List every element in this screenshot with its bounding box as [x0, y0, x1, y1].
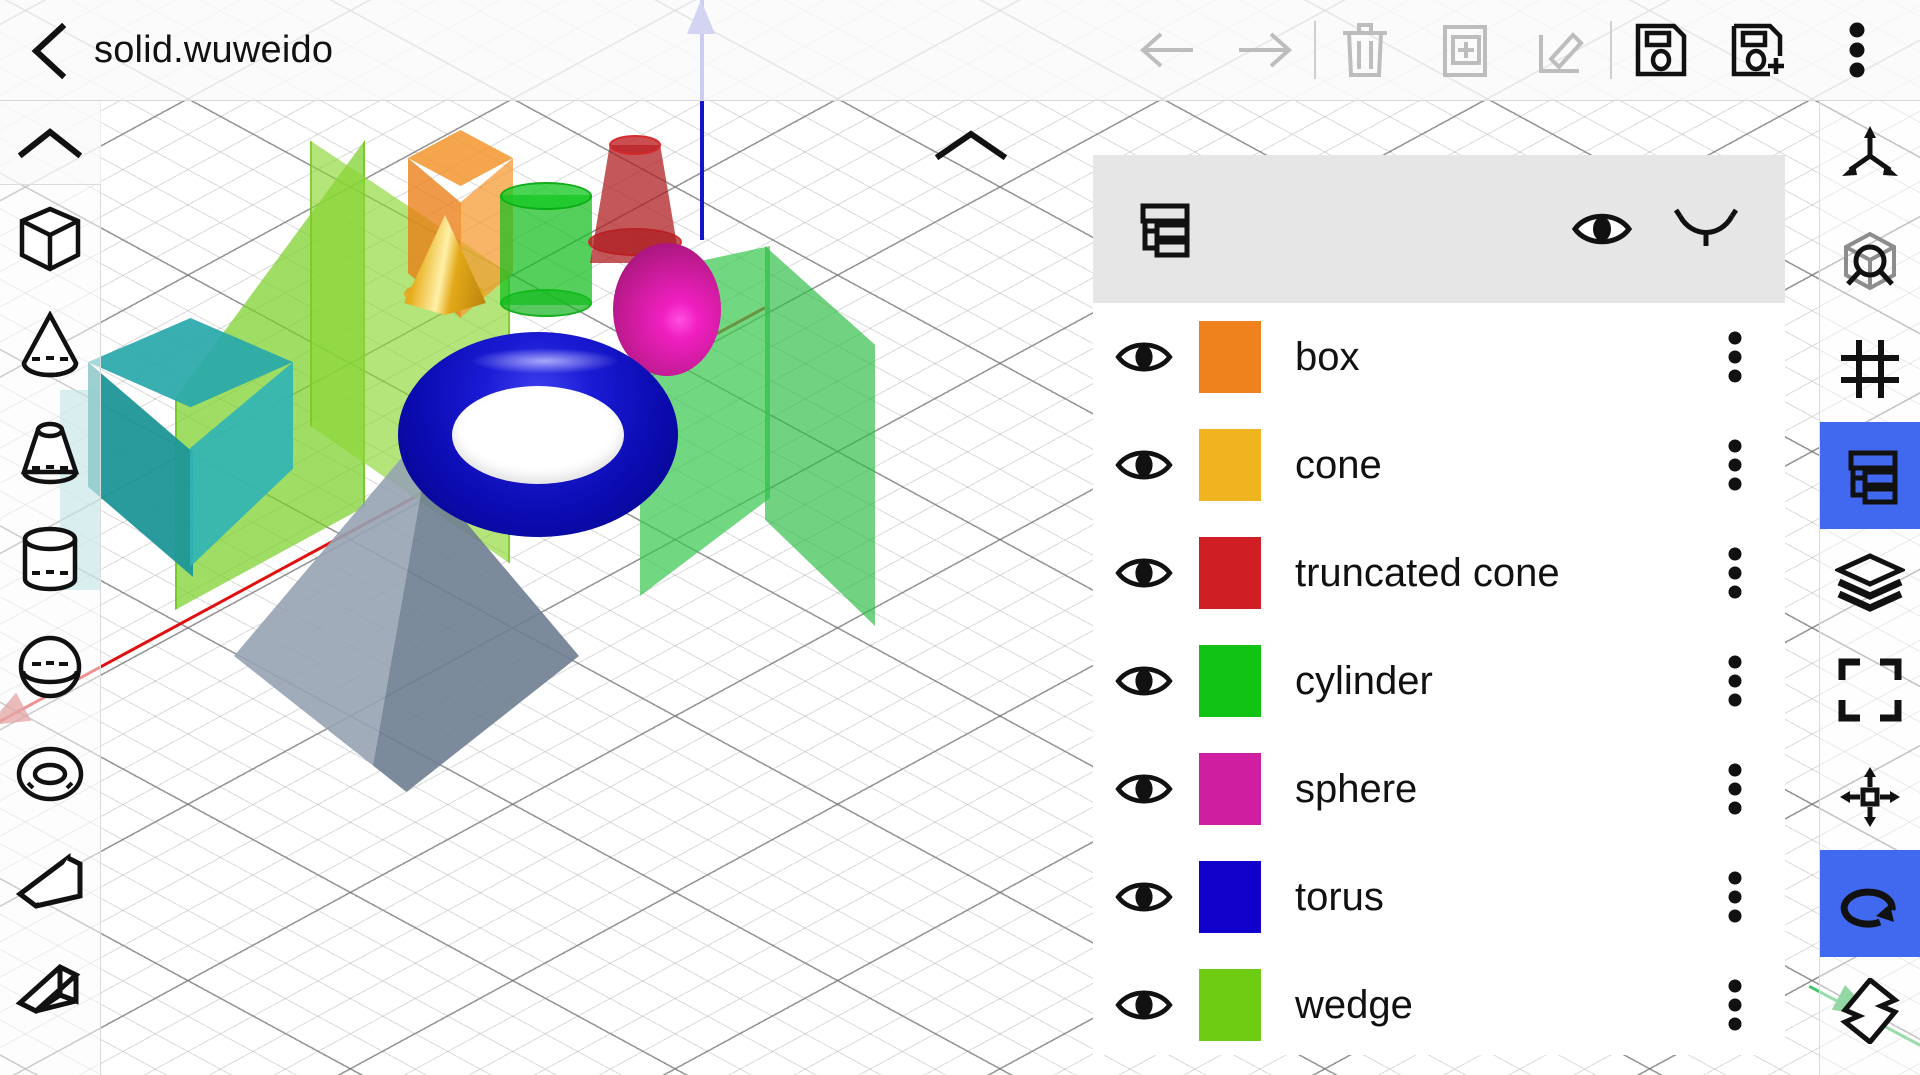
grid-button[interactable]: [1820, 315, 1920, 422]
eye-icon[interactable]: [1105, 661, 1183, 701]
object-label: cone: [1295, 442, 1382, 487]
eye-icon[interactable]: [1105, 769, 1183, 809]
tree-list-icon: [1127, 184, 1197, 274]
tool-cone[interactable]: [0, 292, 101, 399]
back-button[interactable]: [26, 21, 72, 80]
tool-prism[interactable]: [0, 934, 101, 1041]
object-label: sphere: [1295, 766, 1418, 811]
object-row[interactable]: truncated cone: [1093, 519, 1785, 627]
shape-cylinder-green[interactable]: [500, 195, 592, 305]
object-label: cylinder: [1295, 658, 1433, 703]
object-label: torus: [1295, 874, 1384, 919]
tool-cylinder[interactable]: [0, 506, 101, 613]
mirror-button[interactable]: [1820, 957, 1920, 1064]
eye-icon[interactable]: [1105, 553, 1183, 593]
three-dots-vertical-icon[interactable]: [1703, 763, 1767, 815]
left-toolbar: [0, 101, 101, 1075]
rotate-button[interactable]: [1819, 850, 1920, 957]
color-swatch[interactable]: [1199, 321, 1261, 393]
tool-wedge[interactable]: [0, 827, 101, 934]
shape-torus-blue-hole: [452, 386, 624, 484]
move-button[interactable]: [1820, 743, 1920, 850]
object-row[interactable]: wedge: [1093, 951, 1785, 1055]
color-swatch[interactable]: [1199, 861, 1261, 933]
save-as-button[interactable]: [1710, 0, 1808, 101]
three-dots-vertical-icon[interactable]: [1703, 871, 1767, 923]
object-row[interactable]: box: [1093, 303, 1785, 411]
eye-icon[interactable]: [1105, 337, 1183, 377]
object-list-panel: box cone truncated cone cylinder sphere torus…: [1093, 155, 1785, 1055]
eye-icon[interactable]: [1105, 985, 1183, 1025]
object-row[interactable]: sphere: [1093, 735, 1785, 843]
toolbar-actions: [1118, 0, 1920, 101]
three-dots-vertical-icon[interactable]: [1703, 439, 1767, 491]
object-row[interactable]: cone: [1093, 411, 1785, 519]
delete-button[interactable]: [1316, 0, 1414, 101]
shape-truncated-cone-red-top: [609, 135, 661, 155]
show-all-button[interactable]: [1557, 184, 1647, 274]
shape-cylinder-green-top: [500, 182, 592, 210]
object-row[interactable]: cylinder: [1093, 627, 1785, 735]
fit-view-button[interactable]: [1820, 636, 1920, 743]
save-button[interactable]: [1612, 0, 1710, 101]
page-title: solid.wuweido: [94, 28, 334, 71]
object-panel-header: [1093, 155, 1785, 303]
three-dots-vertical-icon[interactable]: [1703, 979, 1767, 1031]
tool-torus[interactable]: [0, 720, 101, 827]
three-dots-vertical-icon[interactable]: [1703, 655, 1767, 707]
object-label: wedge: [1295, 982, 1413, 1027]
object-row[interactable]: torus: [1093, 843, 1785, 951]
color-swatch[interactable]: [1199, 753, 1261, 825]
tool-sphere[interactable]: [0, 613, 101, 720]
color-swatch[interactable]: [1199, 429, 1261, 501]
left-rail-collapse-button[interactable]: [0, 101, 101, 185]
layers-button[interactable]: [1820, 529, 1920, 636]
color-swatch[interactable]: [1199, 537, 1261, 609]
tool-box[interactable]: [0, 185, 101, 292]
object-tree-button[interactable]: [1819, 422, 1920, 529]
three-dots-vertical-icon[interactable]: [1703, 547, 1767, 599]
hide-all-button[interactable]: [1661, 184, 1751, 274]
object-label: box: [1295, 334, 1360, 379]
right-toolbar: [1819, 101, 1920, 1075]
color-swatch[interactable]: [1199, 645, 1261, 717]
inspect-button[interactable]: [1820, 208, 1920, 315]
top-toolbar: solid.wuweido: [0, 0, 1920, 101]
shape-torus-blue-highlight: [470, 348, 620, 374]
redo-button[interactable]: [1216, 0, 1314, 101]
rename-button[interactable]: [1512, 0, 1610, 101]
undo-button[interactable]: [1118, 0, 1216, 101]
three-dots-vertical-icon[interactable]: [1703, 331, 1767, 383]
overflow-menu-button[interactable]: [1808, 0, 1906, 101]
color-swatch[interactable]: [1199, 969, 1261, 1041]
object-list: box cone truncated cone cylinder sphere torus…: [1093, 303, 1785, 1055]
duplicate-button[interactable]: [1414, 0, 1512, 101]
viewport-collapse-button[interactable]: [934, 128, 1008, 167]
eye-icon[interactable]: [1105, 445, 1183, 485]
axes-button[interactable]: [1820, 101, 1920, 208]
object-label: truncated cone: [1295, 550, 1560, 595]
eye-icon[interactable]: [1105, 877, 1183, 917]
tool-truncated-cone[interactable]: [0, 399, 101, 506]
